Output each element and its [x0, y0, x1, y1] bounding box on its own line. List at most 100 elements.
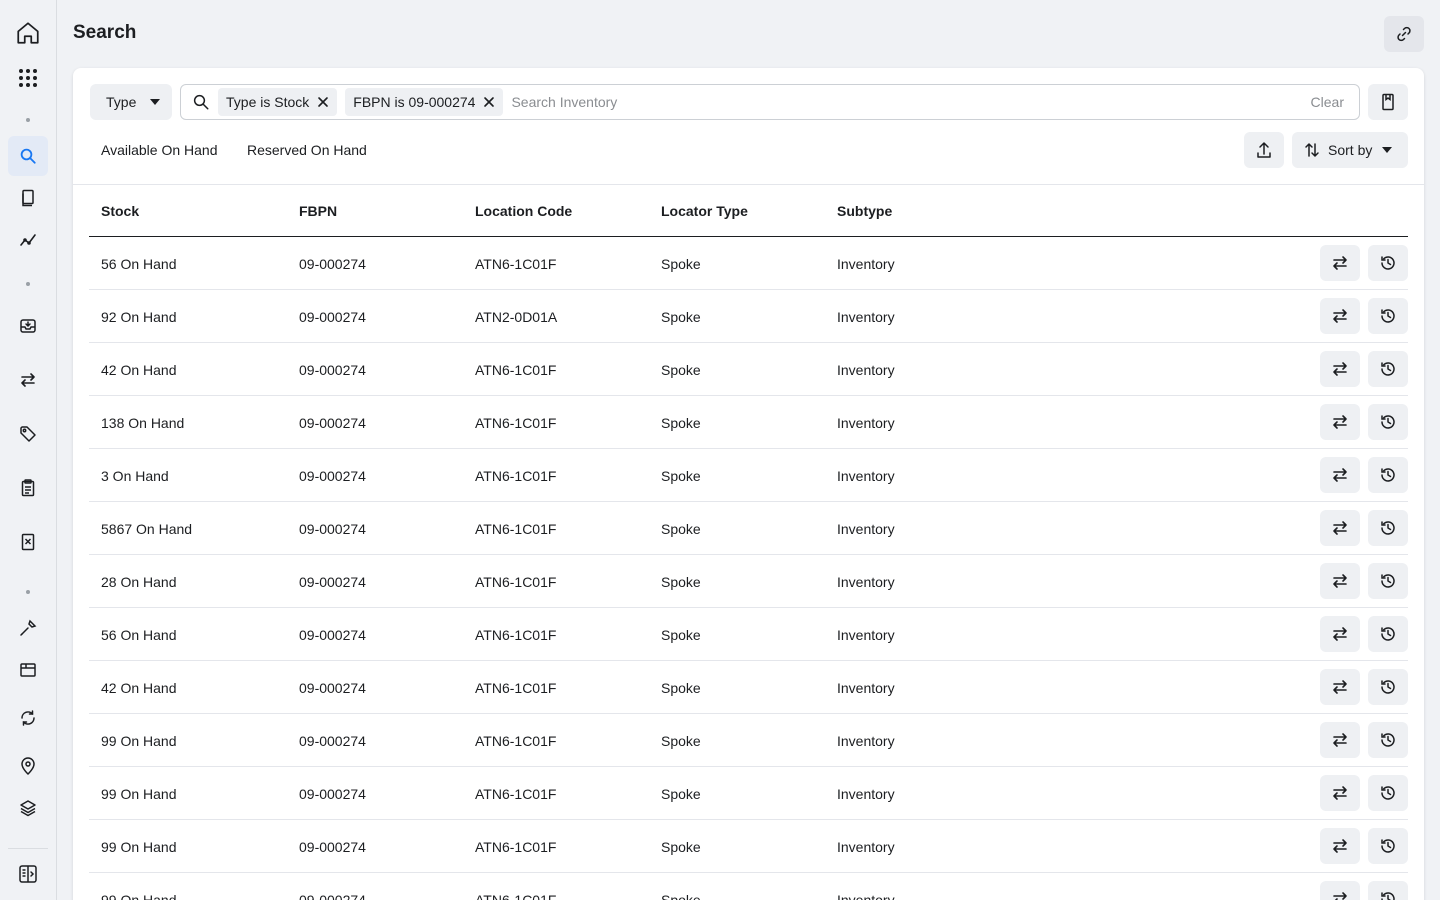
table-row[interactable]: 99 On Hand 09-000274 ATN6-1C01F Spoke In… [89, 714, 1408, 767]
history-button[interactable] [1368, 722, 1408, 758]
close-icon[interactable] [317, 96, 329, 108]
transfer-button[interactable] [1320, 669, 1360, 705]
bookmark-button[interactable] [1368, 84, 1408, 120]
history-button[interactable] [1368, 351, 1408, 387]
column-header-subtype[interactable]: Subtype [837, 203, 892, 219]
cell-subtype: Inventory [837, 309, 895, 325]
type-dropdown[interactable]: Type [90, 84, 172, 120]
sidebar-item-transfer[interactable] [8, 360, 48, 400]
filter-chip-type[interactable]: Type is Stock [218, 88, 338, 116]
search-input[interactable] [511, 87, 1311, 117]
history-button[interactable] [1368, 669, 1408, 705]
cell-fbpn: 09-000274 [299, 574, 366, 590]
transfer-icon [1333, 574, 1347, 588]
table-row[interactable]: 42 On Hand 09-000274 ATN6-1C01F Spoke In… [89, 661, 1408, 714]
transfer-icon [1333, 256, 1347, 270]
cell-subtype: Inventory [837, 627, 895, 643]
history-button[interactable] [1368, 828, 1408, 864]
sidebar-collapse-toggle[interactable] [8, 854, 48, 894]
history-button[interactable] [1368, 457, 1408, 493]
history-button[interactable] [1368, 510, 1408, 546]
cell-locator-type: Spoke [661, 680, 701, 696]
transfer-button[interactable] [1320, 722, 1360, 758]
sidebar-item-sync[interactable] [8, 698, 48, 738]
box-icon [20, 663, 36, 677]
column-header-locator-type[interactable]: Locator Type [661, 203, 748, 219]
table-row[interactable]: 99 On Hand 09-000274 ATN6-1C01F Spoke In… [89, 820, 1408, 873]
table-row[interactable]: 99 On Hand 09-000274 ATN6-1C01F Spoke In… [89, 873, 1408, 900]
sidebar-item-home[interactable] [8, 13, 48, 53]
close-icon[interactable] [483, 96, 495, 108]
tab-available-on-hand[interactable]: Available On Hand [101, 142, 217, 158]
history-button[interactable] [1368, 245, 1408, 281]
table-row[interactable]: 99 On Hand 09-000274 ATN6-1C01F Spoke In… [89, 767, 1408, 820]
sidebar-item-box[interactable] [8, 650, 48, 690]
history-button[interactable] [1368, 563, 1408, 599]
sidebar-item-document[interactable] [8, 522, 48, 562]
cell-location-code: ATN6-1C01F [475, 574, 557, 590]
column-header-stock[interactable]: Stock [101, 203, 139, 219]
filter-chip-label: Type is Stock [226, 94, 310, 110]
table-row[interactable]: 42 On Hand 09-000274 ATN6-1C01F Spoke In… [89, 343, 1408, 396]
sidebar-item-tags[interactable] [8, 414, 48, 454]
transfer-button[interactable] [1320, 510, 1360, 546]
sidebar-item-clipboard[interactable] [8, 468, 48, 508]
search-icon [192, 93, 210, 111]
filter-chip-label: FBPN is 09-000274 [353, 94, 476, 110]
transfer-button[interactable] [1320, 881, 1360, 900]
table-row[interactable]: 56 On Hand 09-000274 ATN6-1C01F Spoke In… [89, 608, 1408, 661]
cell-stock: 99 On Hand [101, 892, 177, 900]
transfer-button[interactable] [1320, 828, 1360, 864]
filter-chip-fbpn[interactable]: FBPN is 09-000274 [345, 88, 504, 116]
column-header-location-code[interactable]: Location Code [475, 203, 572, 219]
table-row[interactable]: 56 On Hand 09-000274 ATN6-1C01F Spoke In… [89, 237, 1408, 290]
tab-reserved-on-hand[interactable]: Reserved On Hand [247, 142, 367, 158]
history-button[interactable] [1368, 404, 1408, 440]
inventory-table: Stock FBPN Location Code Locator Type Su… [89, 185, 1408, 900]
history-button[interactable] [1368, 616, 1408, 652]
cell-locator-type: Spoke [661, 468, 701, 484]
cell-location-code: ATN6-1C01F [475, 415, 557, 431]
cell-fbpn: 09-000274 [299, 733, 366, 749]
export-button[interactable] [1244, 132, 1284, 168]
cell-subtype: Inventory [837, 786, 895, 802]
cell-location-code: ATN6-1C01F [475, 839, 557, 855]
document-icon [21, 533, 35, 551]
transfer-icon [1333, 680, 1347, 694]
table-row[interactable]: 28 On Hand 09-000274 ATN6-1C01F Spoke In… [89, 555, 1408, 608]
sidebar-item-apps[interactable] [8, 58, 48, 98]
sidebar-item-search[interactable] [8, 136, 48, 176]
transfer-button[interactable] [1320, 563, 1360, 599]
history-button[interactable] [1368, 298, 1408, 334]
cell-locator-type: Spoke [661, 309, 701, 325]
clear-button[interactable]: Clear [1311, 94, 1344, 110]
sidebar-item-layers[interactable] [8, 788, 48, 828]
transfer-button[interactable] [1320, 457, 1360, 493]
table-row[interactable]: 92 On Hand 09-000274 ATN2-0D01A Spoke In… [89, 290, 1408, 343]
sidebar-item-tools[interactable] [8, 608, 48, 648]
cell-stock: 56 On Hand [101, 627, 177, 643]
table-row[interactable]: 138 On Hand 09-000274 ATN6-1C01F Spoke I… [89, 396, 1408, 449]
column-header-fbpn[interactable]: FBPN [299, 203, 337, 219]
sidebar-item-trends[interactable] [8, 220, 48, 260]
transfer-button[interactable] [1320, 775, 1360, 811]
table-row[interactable]: 5867 On Hand 09-000274 ATN6-1C01F Spoke … [89, 502, 1408, 555]
transfer-button[interactable] [1320, 616, 1360, 652]
transfer-button[interactable] [1320, 404, 1360, 440]
sidebar-item-location[interactable] [8, 746, 48, 786]
history-button[interactable] [1368, 775, 1408, 811]
table-row[interactable]: 3 On Hand 09-000274 ATN6-1C01F Spoke Inv… [89, 449, 1408, 502]
cell-locator-type: Spoke [661, 256, 701, 272]
copy-link-button[interactable] [1384, 16, 1424, 52]
cell-fbpn: 09-000274 [299, 256, 366, 272]
history-icon [1381, 627, 1395, 641]
sort-by-dropdown[interactable]: Sort by [1292, 132, 1408, 168]
transfer-button[interactable] [1320, 245, 1360, 281]
sidebar-item-notebook[interactable] [8, 178, 48, 218]
cell-locator-type: Spoke [661, 733, 701, 749]
transfer-button[interactable] [1320, 351, 1360, 387]
sidebar-item-inbox[interactable] [8, 306, 48, 346]
cell-subtype: Inventory [837, 839, 895, 855]
transfer-button[interactable] [1320, 298, 1360, 334]
history-button[interactable] [1368, 881, 1408, 900]
